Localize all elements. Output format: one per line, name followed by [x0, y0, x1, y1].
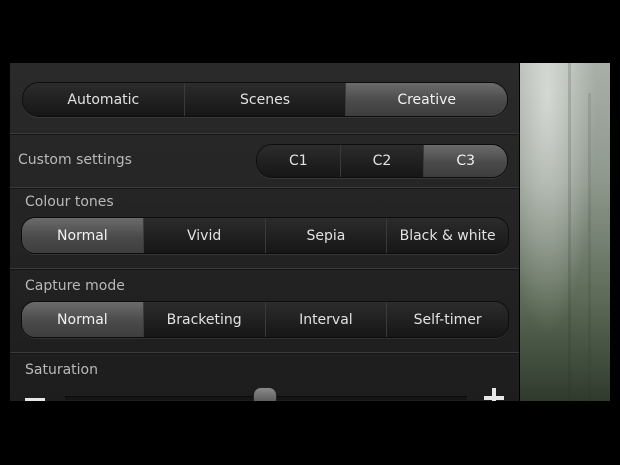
colour-tone-sepia[interactable]: Sepia [264, 218, 387, 253]
tree-trunk [588, 93, 591, 401]
minus-icon[interactable] [25, 398, 45, 401]
capture-mode-bracketing[interactable]: Bracketing [142, 302, 265, 337]
saturation-label: Saturation [25, 362, 98, 378]
capture-mode-self-timer[interactable]: Self-timer [386, 302, 508, 337]
mode-tabs: Automatic Scenes Creative [22, 82, 508, 117]
divider [10, 187, 519, 189]
custom-settings-selector: C1 C2 C3 [256, 144, 508, 178]
custom-settings-label: Custom settings [18, 152, 132, 168]
custom-setting-c1[interactable]: C1 [257, 145, 340, 177]
settings-panel: Automatic Scenes Creative Custom setting… [10, 63, 519, 401]
tab-automatic[interactable]: Automatic [23, 83, 184, 116]
colour-tone-black-white[interactable]: Black & white [386, 218, 508, 253]
tab-creative[interactable]: Creative [345, 83, 507, 116]
divider [10, 268, 519, 270]
custom-setting-c3[interactable]: C3 [423, 145, 507, 177]
divider [10, 133, 519, 135]
colour-tones-label: Colour tones [25, 194, 114, 210]
tree-trunk [568, 63, 571, 401]
custom-setting-c2[interactable]: C2 [339, 145, 424, 177]
capture-mode-normal[interactable]: Normal [22, 302, 143, 337]
colour-tones-selector: Normal Vivid Sepia Black & white [21, 217, 509, 254]
colour-tone-normal[interactable]: Normal [22, 218, 143, 253]
capture-mode-selector: Normal Bracketing Interval Self-timer [21, 301, 509, 338]
capture-mode-interval[interactable]: Interval [264, 302, 387, 337]
saturation-slider-handle[interactable] [253, 387, 277, 401]
divider [10, 352, 519, 354]
camera-settings-screen: Automatic Scenes Creative Custom setting… [10, 63, 610, 401]
tab-scenes[interactable]: Scenes [183, 83, 346, 116]
plus-icon-vertical-bar [492, 388, 496, 401]
camera-viewfinder-preview [520, 63, 610, 401]
capture-mode-label: Capture mode [25, 278, 125, 294]
colour-tone-vivid[interactable]: Vivid [142, 218, 265, 253]
